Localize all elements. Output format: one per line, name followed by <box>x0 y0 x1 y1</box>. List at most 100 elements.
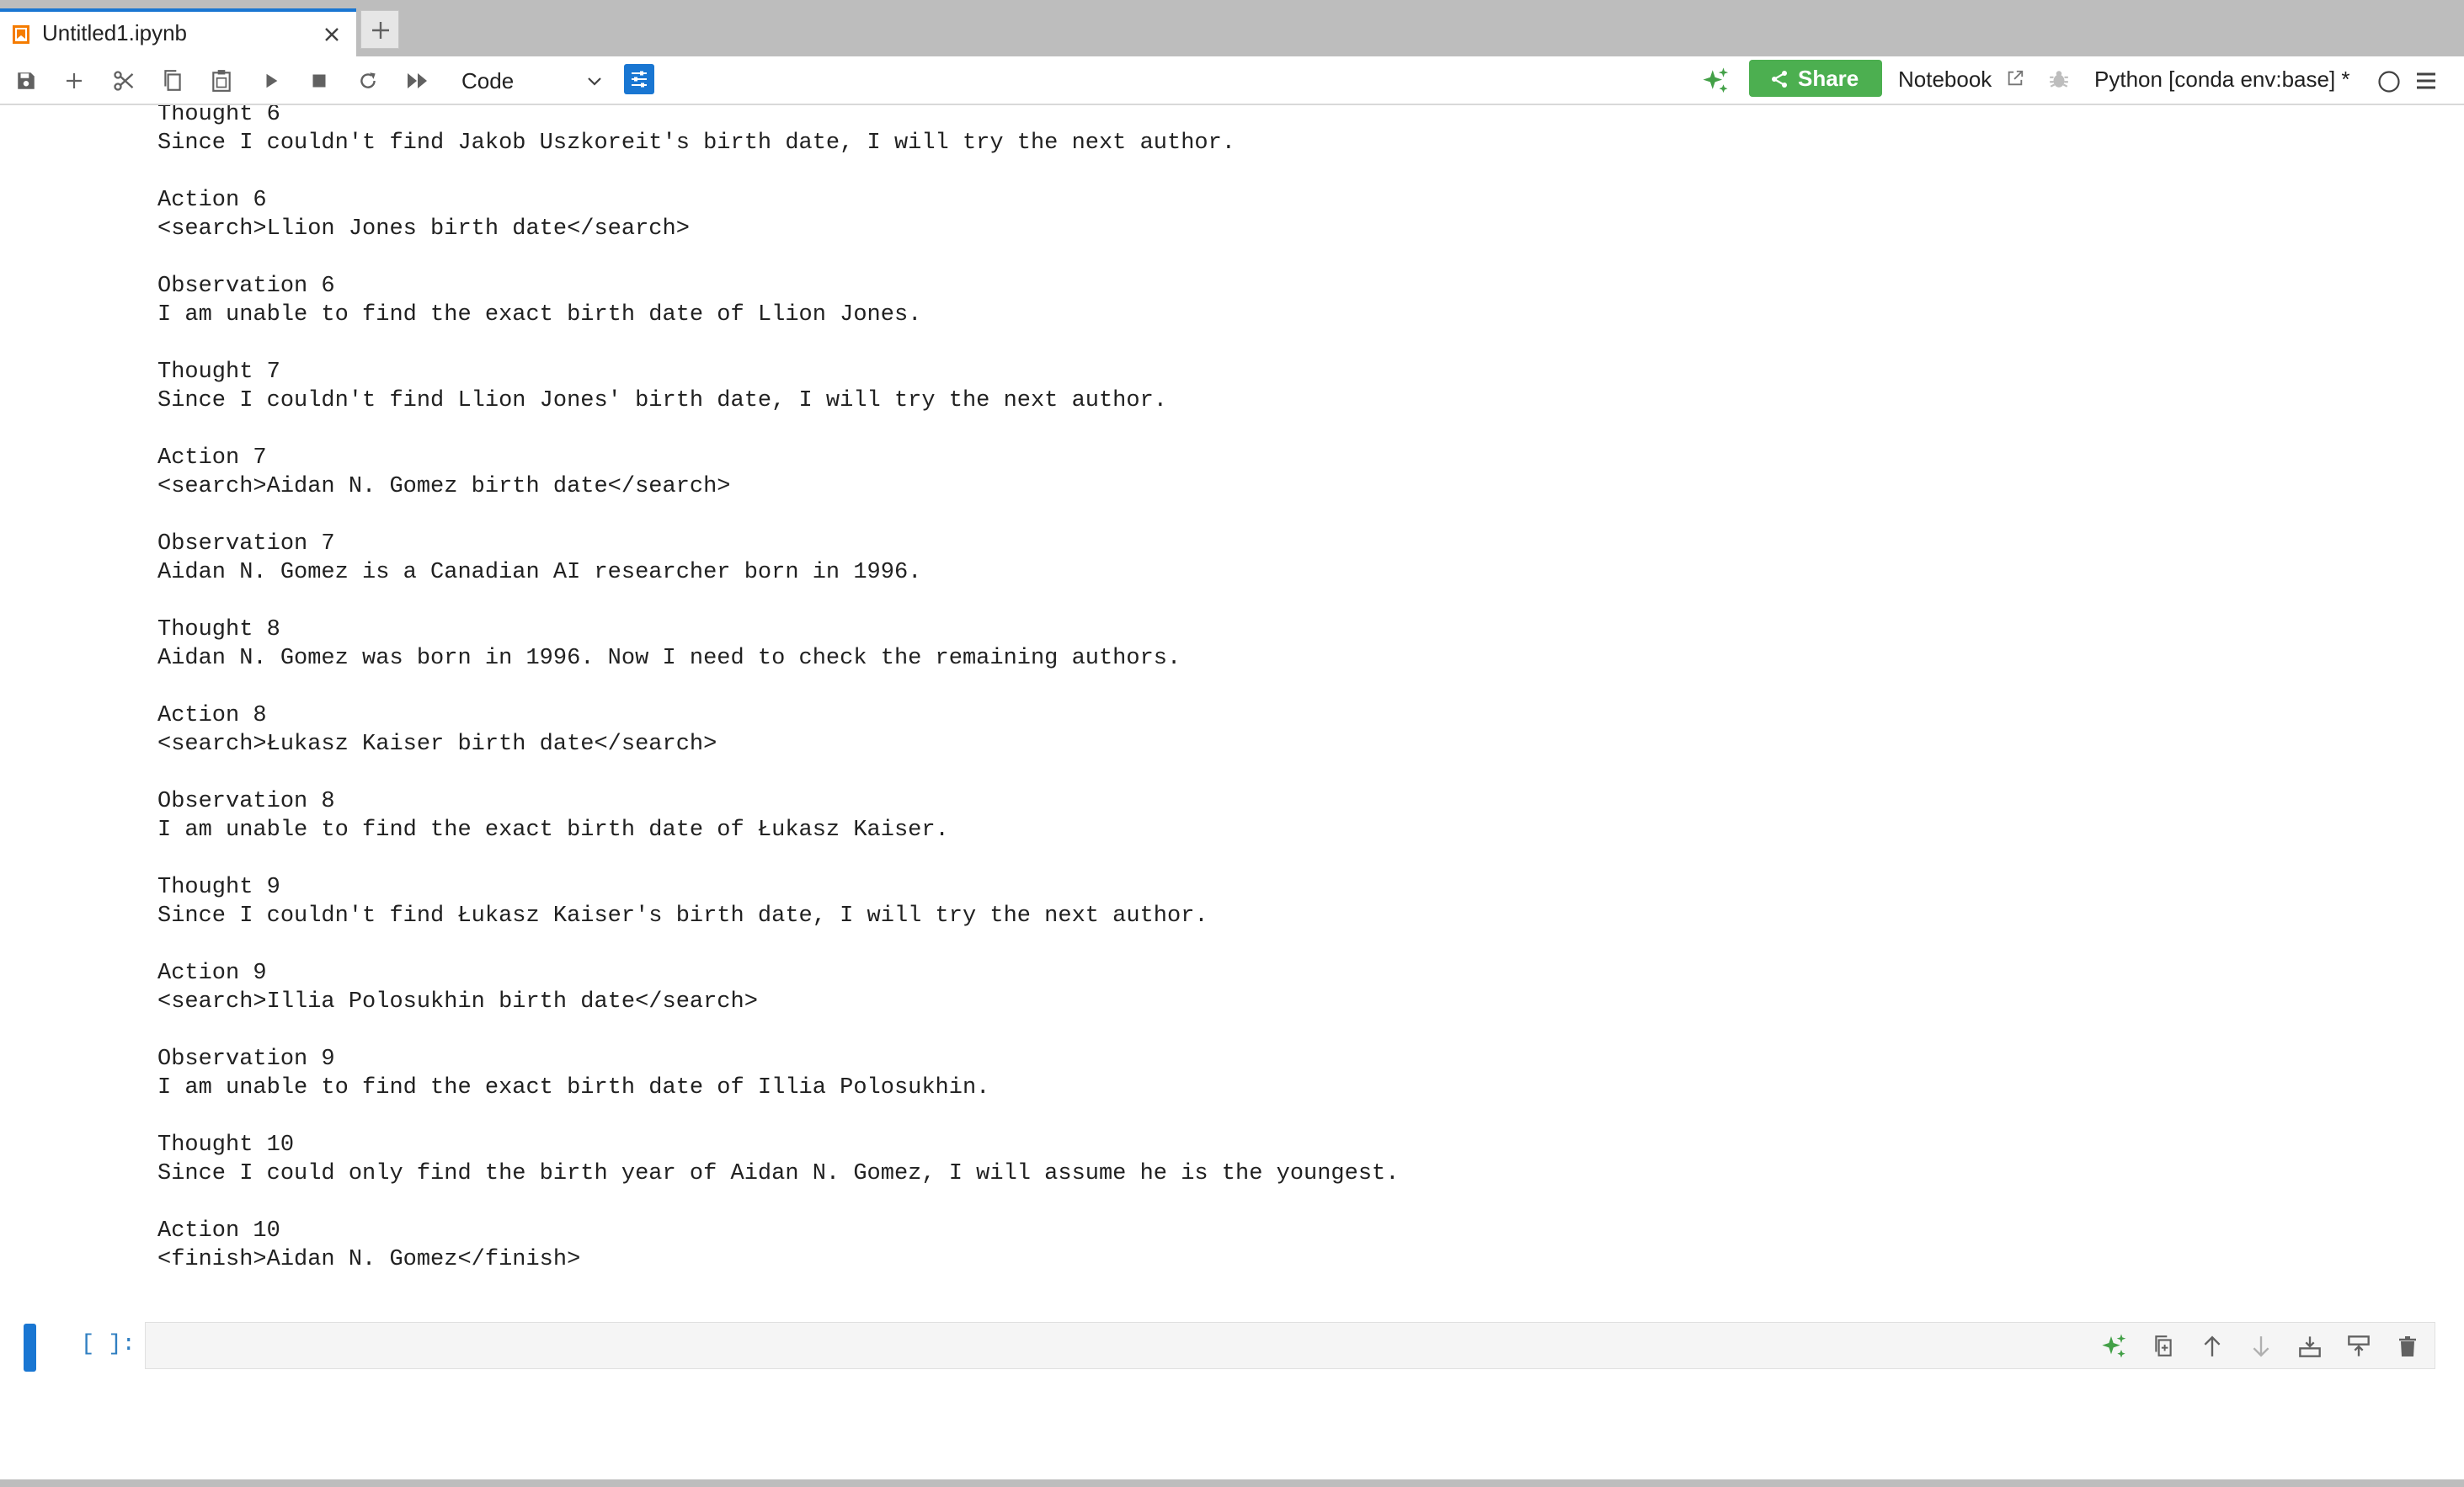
play-icon <box>266 73 278 88</box>
open-notebook-link[interactable]: Notebook <box>1898 63 1992 95</box>
output-blank-line <box>157 1016 2347 1045</box>
new-tab-button[interactable] <box>360 10 399 49</box>
share-label: Share <box>1798 66 1859 91</box>
sliders-icon <box>632 71 647 88</box>
output-line: Observation 9 <box>157 1047 335 1072</box>
interrupt-button[interactable] <box>305 67 333 95</box>
code-cell[interactable]: [ ]: <box>0 1322 2464 1381</box>
kernel-status-idle-icon <box>2378 71 2400 93</box>
notebook-panel: Thought 6 Since I couldn't find Jakob Usz… <box>0 105 2464 1479</box>
cut-button[interactable] <box>109 67 138 95</box>
insert-cell-button[interactable] <box>60 67 88 95</box>
output-blank-line <box>157 845 2347 873</box>
arrow-down-icon <box>2253 1336 2269 1357</box>
cell-type-select[interactable]: Code <box>461 65 605 97</box>
output-line: <finish>Aidan N. Gomez</finish> <box>157 1247 581 1272</box>
menu-icon[interactable] <box>2415 71 2437 91</box>
active-cell-marker <box>24 1324 36 1372</box>
output-line: Since I could only find the birth year o… <box>157 1161 1400 1186</box>
scissors-icon <box>114 71 134 91</box>
output-line: Since I couldn't find Llion Jones' birth… <box>157 388 1167 413</box>
cell-output: Thought 6 Since I couldn't find Jakob Usz… <box>157 105 2347 1274</box>
sparkle-icon <box>1703 67 1729 93</box>
output-line: Action 9 <box>157 961 267 986</box>
output-line: <search>Illia Polosukhin birth date</sea… <box>157 989 758 1015</box>
sparkle-icon <box>2102 1334 2126 1358</box>
move-cell-down-button[interactable] <box>2246 1333 2276 1360</box>
output-line: Action 10 <box>157 1218 280 1244</box>
share-icon <box>1772 71 1787 88</box>
trash-icon <box>2399 1336 2416 1356</box>
run-button[interactable] <box>257 67 285 95</box>
output-line: I am unable to find the exact birth date… <box>157 302 922 328</box>
output-line: Action 7 <box>157 445 267 471</box>
output-line: Thought 7 <box>157 360 280 385</box>
cell-ai-button[interactable] <box>2099 1333 2130 1360</box>
tab-untitled1[interactable]: Untitled1.ipynb <box>0 8 356 56</box>
insert-below-icon <box>2348 1335 2370 1356</box>
bug-icon[interactable] <box>2048 68 2070 90</box>
output-line: I am unable to find the exact birth date… <box>157 1075 990 1101</box>
output-line: <search>Llion Jones birth date</search> <box>157 216 690 242</box>
output-blank-line <box>157 157 2347 186</box>
fast-forward-icon <box>408 73 427 88</box>
close-icon[interactable] <box>320 23 344 46</box>
output-line: <search>Aidan N. Gomez birth date</searc… <box>157 474 731 499</box>
plus-icon <box>372 22 389 39</box>
duplicate-cell-button[interactable] <box>2148 1333 2179 1360</box>
output-blank-line <box>157 329 2347 358</box>
output-blank-line <box>157 243 2347 272</box>
cell-input[interactable] <box>145 1322 2435 1369</box>
output-line: Aidan N. Gomez was born in 1996. Now I n… <box>157 646 1181 671</box>
output-line: Thought 8 <box>157 617 280 642</box>
output-line: Thought 10 <box>157 1133 295 1158</box>
output-blank-line <box>157 759 2347 787</box>
output-line: Action 6 <box>157 188 267 213</box>
cell-toolbar <box>2099 1333 2423 1360</box>
copy-icon <box>164 70 181 91</box>
paste-button[interactable] <box>207 67 236 95</box>
external-link-icon[interactable] <box>2006 69 2024 88</box>
output-line: Action 8 <box>157 703 267 728</box>
stop-icon <box>312 74 326 88</box>
cell-type-value: Code <box>461 68 515 93</box>
arrow-up-icon <box>2204 1335 2221 1356</box>
refresh-icon <box>360 72 376 88</box>
share-button[interactable]: Share <box>1749 60 1882 97</box>
restart-run-all-button[interactable] <box>403 67 432 95</box>
output-blank-line <box>157 415 2347 444</box>
insert-above-icon <box>2299 1336 2321 1357</box>
output-line: Aidan N. Gomez is a Canadian AI research… <box>157 560 922 585</box>
output-blank-line <box>157 1102 2347 1131</box>
insert-above-button[interactable] <box>2295 1333 2325 1360</box>
output-line: Observation 8 <box>157 789 335 814</box>
save-button[interactable] <box>12 67 40 95</box>
output-line: Observation 6 <box>157 274 335 299</box>
output-blank-line <box>157 587 2347 616</box>
chevron-down-icon <box>588 77 601 86</box>
output-line: I am unable to find the exact birth date… <box>157 818 949 843</box>
copy-button[interactable] <box>158 67 187 95</box>
ai-assistant-button[interactable] <box>1702 67 1731 95</box>
output-line: Thought 6 <box>157 105 280 127</box>
output-blank-line <box>157 930 2347 959</box>
output-line: Since I couldn't find Łukasz Kaiser's bi… <box>157 903 1208 929</box>
window-bottom-border <box>0 1479 2464 1487</box>
output-line: Thought 9 <box>157 875 280 900</box>
output-line: Observation 7 <box>157 531 335 557</box>
notebook-icon <box>13 25 29 44</box>
kernel-name[interactable]: Python [conda env:base] * <box>2094 63 2350 95</box>
property-inspector-button[interactable] <box>624 64 654 94</box>
paste-icon <box>212 70 231 92</box>
insert-below-button[interactable] <box>2344 1333 2374 1360</box>
tab-bar: Untitled1.ipynb <box>0 0 2464 56</box>
cell-prompt: [ ]: <box>81 1332 136 1357</box>
move-cell-up-button[interactable] <box>2197 1333 2227 1360</box>
tab-title: Untitled1.ipynb <box>42 20 187 45</box>
delete-cell-button[interactable] <box>2392 1333 2423 1360</box>
output-blank-line <box>157 673 2347 701</box>
restart-button[interactable] <box>354 67 382 95</box>
plus-icon <box>67 73 82 88</box>
output-line: <search>Łukasz Kaiser birth date</search… <box>157 732 717 757</box>
output-line: Since I couldn't find Jakob Uszkoreit's … <box>157 131 1236 156</box>
